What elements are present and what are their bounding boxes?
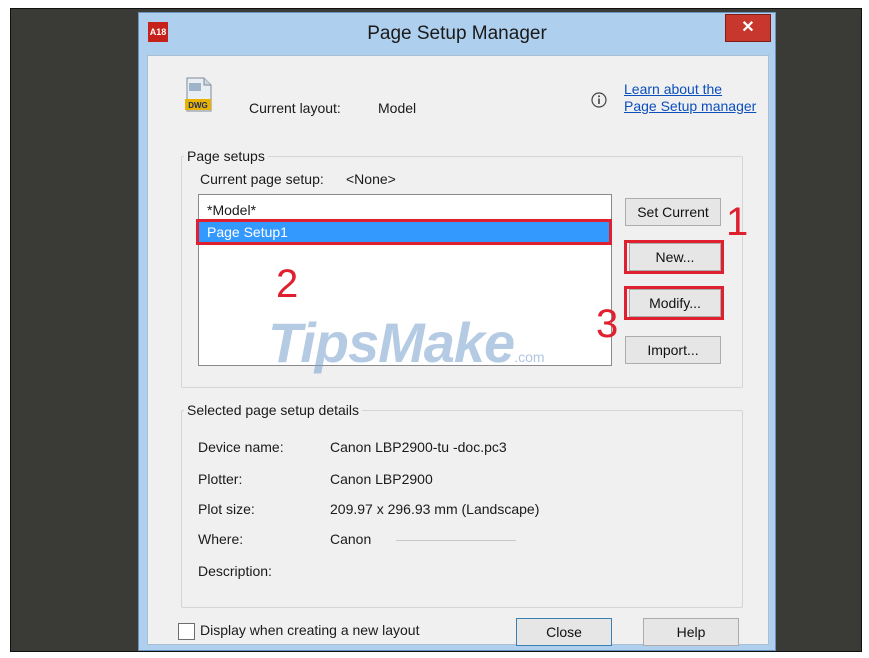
dwg-icon-label: DWG <box>188 101 208 110</box>
watermark-suffix: .com <box>514 349 545 365</box>
import-button[interactable]: Import... <box>625 336 721 364</box>
info-icon <box>591 92 607 108</box>
display-new-layout-label: Display when creating a new layout <box>200 622 420 638</box>
display-new-layout-checkbox[interactable] <box>178 623 195 640</box>
description-label: Description: <box>198 563 272 579</box>
step-number-3: 3 <box>596 302 619 346</box>
title-bar: A18 Page Setup Manager ✕ <box>139 13 775 55</box>
help-button[interactable]: Help <box>643 618 739 646</box>
current-layout-value: Model <box>378 100 417 116</box>
plot-size-label: Plot size: <box>198 501 255 517</box>
page-setup-manager-dialog: A18 Page Setup Manager ✕ DWG Current lay… <box>138 12 776 651</box>
plot-size-value: 209.97 x 296.93 mm (Landscape) <box>330 501 540 517</box>
watermark-main: TipsMake <box>268 311 515 374</box>
plotter-label: Plotter: <box>198 471 243 487</box>
plotter-value: Canon LBP2900 <box>330 471 433 487</box>
page-setups-group-label: Page setups <box>184 148 268 164</box>
dialog-title: Page Setup Manager <box>367 23 547 44</box>
device-name-label: Device name: <box>198 439 284 455</box>
learn-link-line2[interactable]: Page Setup manager <box>624 98 756 114</box>
learn-link-line1[interactable]: Learn about the <box>624 81 722 97</box>
close-window-button[interactable]: ✕ <box>725 14 771 42</box>
highlight-box-1 <box>624 240 724 274</box>
details-group-label: Selected page setup details <box>184 402 363 418</box>
dwg-file-icon: DWG <box>184 77 214 113</box>
current-layout-label: Current layout: <box>249 100 341 116</box>
current-page-setup-label: Current page setup: <box>200 171 324 187</box>
current-page-setup-value: <None> <box>346 171 396 187</box>
where-value-underline <box>396 540 516 541</box>
where-label: Where: <box>198 531 244 547</box>
where-value: Canon <box>330 531 372 547</box>
close-button[interactable]: Close <box>516 618 612 646</box>
step-number-1: 1 <box>726 200 749 244</box>
dialog-body: DWG Current layout: Model Learn about th… <box>147 55 769 646</box>
set-current-button[interactable]: Set Current <box>625 198 721 226</box>
device-name-value: Canon LBP2900-tu -doc.pc3 <box>330 439 507 455</box>
list-item-model[interactable]: *Model* <box>199 199 609 221</box>
highlight-box-3 <box>624 286 724 320</box>
step-number-2: 2 <box>276 262 299 306</box>
watermark-logo: TipsMake.com <box>268 310 545 375</box>
highlight-box-2 <box>196 219 612 245</box>
